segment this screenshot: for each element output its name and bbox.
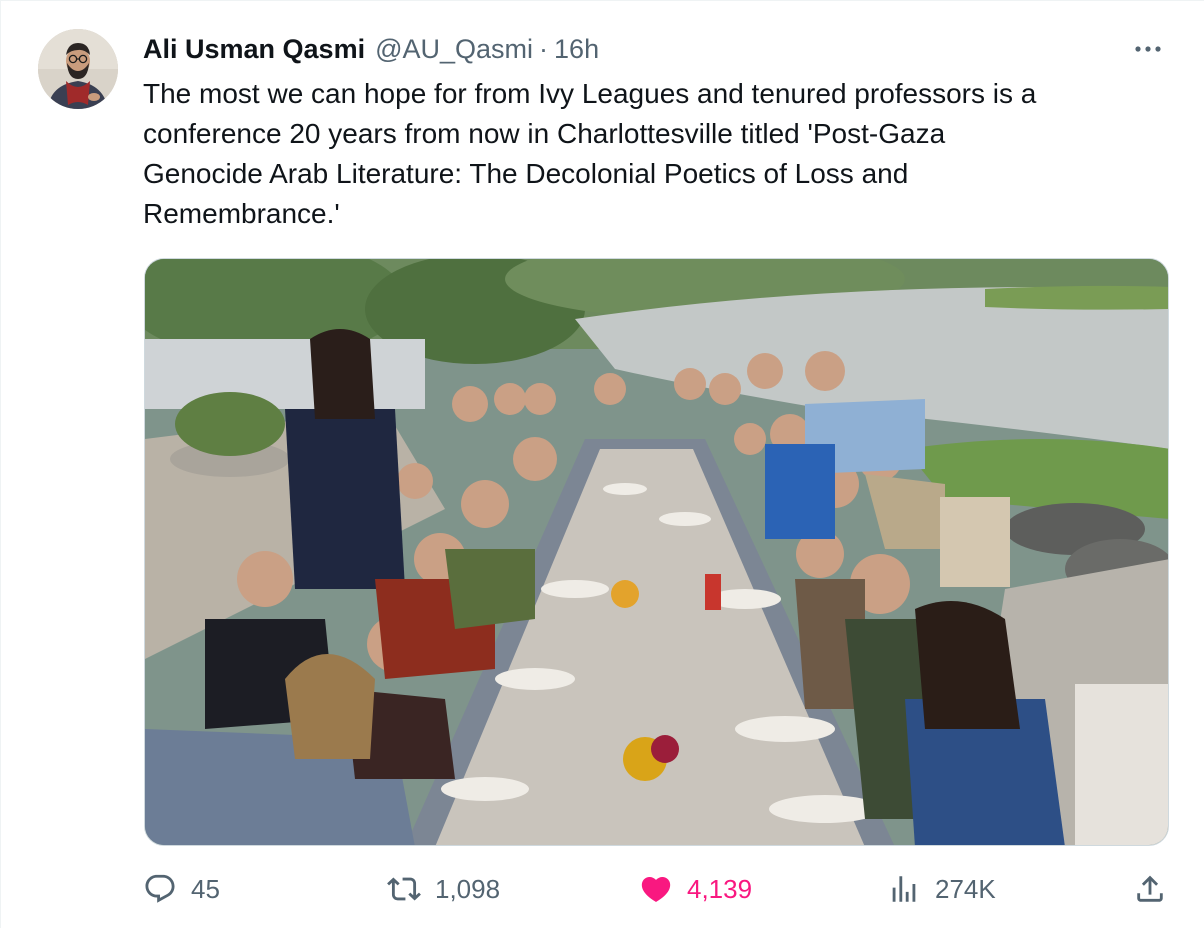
- views-count: 274K: [935, 873, 996, 904]
- tweet-photo[interactable]: [144, 258, 1169, 846]
- like-button[interactable]: 4,139: [639, 867, 752, 911]
- like-count: 4,139: [687, 873, 753, 904]
- more-icon[interactable]: [1130, 37, 1166, 61]
- tweet-card[interactable]: Ali Usman Qasmi @AU_Qasmi · 16h The most…: [0, 0, 1204, 928]
- retweet-icon: [387, 872, 421, 906]
- retweet-count: 1,098: [435, 873, 501, 904]
- share-button[interactable]: [1133, 867, 1167, 911]
- views-button[interactable]: 274K: [887, 867, 996, 911]
- retweet-button[interactable]: 1,098: [387, 867, 500, 911]
- heart-icon: [639, 872, 673, 906]
- views-icon: [887, 872, 921, 906]
- tweet-header: Ali Usman Qasmi @AU_Qasmi · 16h: [143, 31, 599, 67]
- reply-button[interactable]: 45: [143, 867, 220, 911]
- tweet-text: The most we can hope for from Ivy League…: [143, 78, 1037, 229]
- tweet-actions: 45 1,098 4,139 274K: [143, 867, 1173, 911]
- avatar[interactable]: [38, 29, 118, 109]
- reply-icon: [143, 872, 177, 906]
- author-name[interactable]: Ali Usman Qasmi: [143, 34, 365, 65]
- reply-count: 45: [191, 873, 220, 904]
- header-separator: ·: [539, 33, 549, 64]
- tweet-timestamp[interactable]: 16h: [554, 34, 599, 65]
- author-handle[interactable]: @AU_Qasmi: [375, 34, 533, 65]
- share-icon: [1133, 872, 1167, 906]
